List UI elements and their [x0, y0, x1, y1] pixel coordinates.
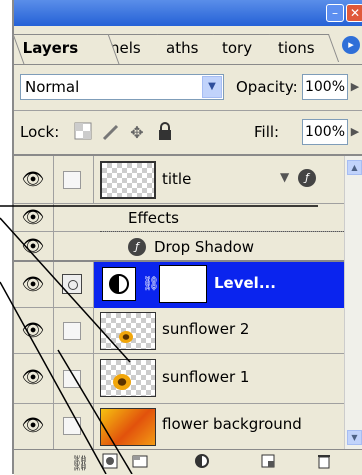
scroll-down-arrow[interactable]: ▼: [347, 430, 362, 445]
layer-sunflower-1[interactable]: 👁 sunflower 1: [14, 354, 344, 404]
scroll-up-arrow[interactable]: ▲: [347, 160, 362, 175]
new-adjustment-layer-icon[interactable]: [192, 453, 212, 473]
visibility-toggle[interactable]: 👁: [14, 308, 54, 353]
blend-row: Normal ▼ Opacity: 100% ▶: [14, 64, 362, 111]
expand-triangle-icon[interactable]: ▼: [280, 170, 289, 184]
panel-title-bar: – ✕: [14, 0, 362, 26]
lock-paint-brush-icon[interactable]: [100, 122, 122, 144]
layer-name: title: [162, 170, 192, 188]
fx-icon: ƒ: [128, 238, 146, 256]
tab-layers[interactable]: Layers: [12, 34, 120, 64]
opacity-label: Opacity:: [236, 78, 298, 96]
layers-bottom-toolbar: ⛓: [14, 449, 362, 475]
opacity-slider-arrow[interactable]: ▶: [348, 74, 362, 100]
layer-thumbnail: [100, 408, 156, 446]
visibility-toggle[interactable]: 👁: [14, 156, 54, 203]
panel-menu-button[interactable]: ▸: [342, 36, 360, 54]
layer-thumbnail: [100, 161, 156, 199]
visibility-toggle[interactable]: 👁: [14, 204, 54, 231]
layer-name: sunflower 2: [162, 320, 250, 338]
sunflower-thumbnail: [113, 374, 131, 390]
link-cell[interactable]: [54, 156, 94, 203]
layer-flower-background[interactable]: 👁 flower background: [14, 404, 344, 449]
layer-name: Level...: [214, 274, 276, 292]
link-cell[interactable]: [54, 404, 94, 449]
eye-icon: 👁: [21, 415, 45, 436]
new-layer-icon[interactable]: [258, 453, 278, 473]
eye-icon: 👁: [21, 207, 45, 228]
link-box: [63, 370, 81, 388]
layer-name: flower background: [162, 415, 302, 433]
eye-icon: 👁: [21, 169, 45, 190]
layer-levels-adjustment[interactable]: 👁 ⛓ Level...: [14, 262, 344, 308]
chevron-down-icon[interactable]: ▼: [202, 76, 222, 98]
trash-icon[interactable]: [314, 453, 334, 473]
add-mask-icon[interactable]: [130, 453, 150, 473]
visibility-toggle[interactable]: 👁: [14, 404, 54, 449]
eye-icon: 👁: [21, 367, 45, 388]
fill-slider-arrow[interactable]: ▶: [348, 119, 362, 145]
lock-row: Lock: ✥ Fill: 100% ▶: [14, 110, 362, 156]
layer-sunflower-2[interactable]: 👁 sunflower 2: [14, 308, 344, 354]
minimize-button[interactable]: –: [326, 4, 344, 22]
layer-mask-thumbnail: [159, 265, 207, 303]
sunflower-thumbnail: [119, 331, 133, 343]
layers-list: 👁 title ▼ ƒ 👁 Effects 👁 ƒ Drop Shadow 👁: [14, 156, 344, 449]
link-box: [63, 322, 81, 340]
adjustment-icon: [102, 267, 136, 301]
add-layer-style-icon[interactable]: [100, 453, 120, 473]
eye-icon: 👁: [21, 274, 45, 295]
layer-effect-drop-shadow[interactable]: 👁 ƒ Drop Shadow: [14, 232, 344, 262]
eye-icon: 👁: [21, 320, 45, 341]
panel-tabs: Layers nels aths tory tions: [12, 26, 362, 65]
blend-mode-select[interactable]: Normal ▼: [20, 74, 224, 100]
fill-field[interactable]: 100%: [302, 119, 348, 145]
close-button[interactable]: ✕: [346, 4, 362, 22]
layer-name: sunflower 1: [162, 368, 250, 386]
link-box: [63, 417, 81, 435]
lock-move-icon[interactable]: ✥: [126, 122, 148, 144]
link-box: [63, 171, 81, 189]
visibility-toggle[interactable]: 👁: [14, 262, 54, 307]
opacity-field[interactable]: 100%: [302, 74, 348, 100]
fill-label: Fill:: [254, 123, 280, 141]
visibility-toggle[interactable]: 👁: [14, 354, 54, 403]
fx-icon: ƒ: [298, 169, 316, 187]
layer-thumbnail: [100, 312, 156, 350]
link-cell[interactable]: [54, 308, 94, 353]
effect-name: Drop Shadow: [154, 238, 255, 256]
layer-mask-indicator[interactable]: [54, 262, 94, 307]
layer-effects-header[interactable]: 👁 Effects: [14, 204, 344, 232]
link-layers-icon[interactable]: ⛓: [70, 453, 90, 473]
effects-label: Effects: [128, 209, 179, 227]
layers-scrollbar[interactable]: ▲ ▼: [344, 156, 362, 449]
blend-mode-value: Normal: [25, 78, 80, 96]
chain-link-icon[interactable]: ⛓: [142, 276, 160, 294]
layer-title[interactable]: 👁 title ▼ ƒ: [14, 156, 344, 204]
lock-all-icon[interactable]: [154, 122, 176, 144]
layer-thumbnail: [100, 359, 156, 397]
link-cell[interactable]: [54, 354, 94, 403]
lock-transparency-icon[interactable]: [72, 122, 94, 144]
eye-icon: 👁: [21, 236, 45, 257]
lock-label: Lock:: [20, 123, 60, 141]
mask-icon: [62, 274, 82, 294]
tab-actions[interactable]: tions: [268, 34, 340, 62]
layers-panel: – ✕ Layers nels aths tory tions ▸ Normal…: [12, 0, 362, 475]
visibility-toggle[interactable]: 👁: [14, 232, 54, 260]
